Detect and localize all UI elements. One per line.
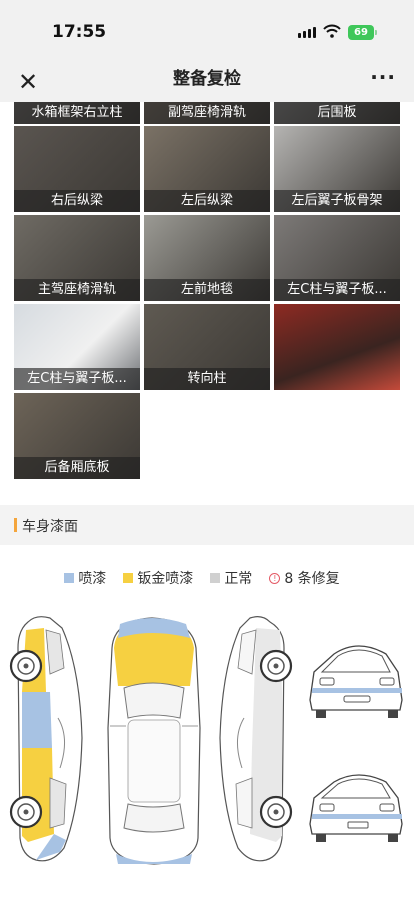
photo-left-rear-fender-frame[interactable]: 左后翼子板骨架 [274, 126, 400, 212]
legend-item-spray: 喷漆 [64, 568, 106, 588]
photo-radiator-right-pillar[interactable]: 水箱框架右立柱 [14, 102, 140, 124]
photo-steering-column[interactable]: 转向柱 [144, 304, 270, 390]
photo-caption: 左后纵梁 [144, 190, 270, 212]
photo-caption: 左C柱与翼子板... [274, 279, 400, 301]
legend-item-repair[interactable]: ! 8 条修复 [269, 568, 340, 588]
section-header: 车身漆面 [0, 505, 414, 545]
photo-caption: 后备厢底板 [14, 457, 140, 479]
car-front-view [309, 645, 403, 718]
legend-item-sheetmetal: 钣金喷漆 [123, 568, 193, 588]
photo-left-c-pillar-2[interactable]: 左C柱与翼子板... [14, 304, 140, 390]
legend-item-normal: 正常 [210, 568, 252, 588]
photo-caption: 副驾座椅滑轨 [144, 102, 270, 124]
signal-icon [298, 27, 316, 38]
section-accent-bar [14, 518, 17, 532]
photo-driver-seat-rail[interactable]: 主驾座椅滑轨 [14, 215, 140, 301]
car-paint-diagram [9, 616, 403, 865]
photo-caption: 转向柱 [144, 368, 270, 390]
photo-caption: 左前地毯 [144, 279, 270, 301]
status-time: 17:55 [52, 22, 107, 42]
photo-caption: 右后纵梁 [14, 190, 140, 212]
photo-caption: 后围板 [274, 102, 400, 124]
photo-caption: 左后翼子板骨架 [274, 190, 400, 212]
more-icon[interactable]: ··· [370, 66, 396, 88]
paint-legend: 喷漆 钣金喷漆 正常 ! 8 条修复 [0, 569, 414, 587]
car-rear-view [309, 774, 403, 842]
nav-bar: ✕ 整备复检 ··· [0, 62, 414, 102]
car-right-side-view [219, 616, 293, 862]
photo-caption: 水箱框架右立柱 [14, 102, 140, 124]
photo-trunk-floor[interactable]: 后备厢底板 [14, 393, 140, 479]
car-left-side-view [9, 616, 83, 862]
wifi-icon [323, 24, 341, 38]
photo-undercarriage[interactable] [274, 304, 400, 390]
photo-left-rear-rail[interactable]: 左后纵梁 [144, 126, 270, 212]
battery-icon: 69 [348, 25, 377, 40]
photo-right-rear-rail[interactable]: 右后纵梁 [14, 126, 140, 212]
legend-swatch [210, 573, 221, 583]
legend-swatch [64, 573, 75, 583]
photo-passenger-seat-rail[interactable]: 副驾座椅滑轨 [144, 102, 270, 124]
photo-caption: 左C柱与翼子板... [14, 368, 140, 390]
photo-left-c-pillar-1[interactable]: 左C柱与翼子板... [274, 215, 400, 301]
section-title: 车身漆面 [22, 519, 78, 535]
car-top-view [107, 617, 201, 865]
alert-icon: ! [269, 572, 281, 584]
photo-caption: 主驾座椅滑轨 [14, 279, 140, 301]
legend-swatch [123, 573, 134, 583]
photo-left-front-carpet[interactable]: 左前地毯 [144, 215, 270, 301]
status-bar: 17:55 69 [0, 0, 414, 62]
photo-rear-panel[interactable]: 后围板 [274, 102, 400, 124]
page-title: 整备复检 [173, 69, 241, 89]
